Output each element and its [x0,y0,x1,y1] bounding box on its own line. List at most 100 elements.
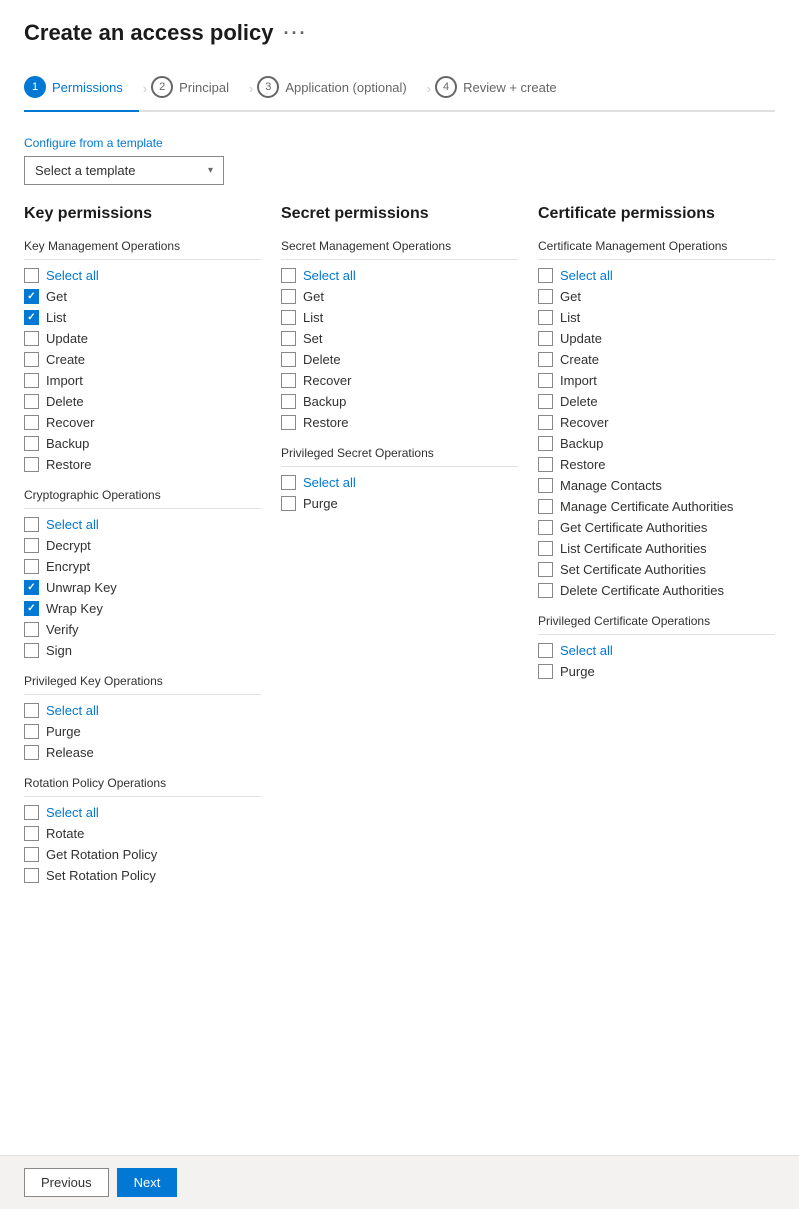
key-recover[interactable]: Recover [24,415,261,430]
key-get[interactable]: Get [24,289,261,304]
crypto-wrap-checkbox[interactable] [24,601,39,616]
key-create-checkbox[interactable] [24,352,39,367]
cert-set-ca[interactable]: Set Certificate Authorities [538,562,775,577]
priv-key-select-all[interactable]: Select all [24,703,261,718]
cert-delete-ca-checkbox[interactable] [538,583,553,598]
key-restore[interactable]: Restore [24,457,261,472]
rotation-rotate[interactable]: Rotate [24,826,261,841]
key-update[interactable]: Update [24,331,261,346]
key-select-all-checkbox[interactable] [24,268,39,283]
cert-create-checkbox[interactable] [538,352,553,367]
key-backup[interactable]: Backup [24,436,261,451]
rotation-set-policy[interactable]: Set Rotation Policy [24,868,261,883]
template-dropdown[interactable]: Select a template ▾ [24,156,224,185]
priv-key-purge[interactable]: Purge [24,724,261,739]
crypto-select-all[interactable]: Select all [24,517,261,532]
next-button[interactable]: Next [117,1168,178,1197]
secret-recover[interactable]: Recover [281,373,518,388]
cert-update-checkbox[interactable] [538,331,553,346]
priv-cert-purge[interactable]: Purge [538,664,775,679]
secret-select-all[interactable]: Select all [281,268,518,283]
rotation-set-policy-checkbox[interactable] [24,868,39,883]
key-recover-checkbox[interactable] [24,415,39,430]
secret-list-checkbox[interactable] [281,310,296,325]
cert-recover[interactable]: Recover [538,415,775,430]
crypto-sign-checkbox[interactable] [24,643,39,658]
key-list-checkbox[interactable] [24,310,39,325]
cert-list-ca-checkbox[interactable] [538,541,553,556]
cert-manage-contacts-checkbox[interactable] [538,478,553,493]
cert-select-all[interactable]: Select all [538,268,775,283]
key-list[interactable]: List [24,310,261,325]
secret-backup[interactable]: Backup [281,394,518,409]
crypto-unwrap-checkbox[interactable] [24,580,39,595]
crypto-verify[interactable]: Verify [24,622,261,637]
cert-create[interactable]: Create [538,352,775,367]
secret-select-all-checkbox[interactable] [281,268,296,283]
crypto-decrypt[interactable]: Decrypt [24,538,261,553]
secret-recover-checkbox[interactable] [281,373,296,388]
priv-cert-select-all-checkbox[interactable] [538,643,553,658]
cert-delete-ca[interactable]: Delete Certificate Authorities [538,583,775,598]
priv-secret-select-all-checkbox[interactable] [281,475,296,490]
secret-get-checkbox[interactable] [281,289,296,304]
rotation-select-all-checkbox[interactable] [24,805,39,820]
wizard-step-review[interactable]: 4 Review + create [435,66,573,110]
priv-secret-purge-checkbox[interactable] [281,496,296,511]
key-delete-checkbox[interactable] [24,394,39,409]
cert-delete-checkbox[interactable] [538,394,553,409]
cert-restore-checkbox[interactable] [538,457,553,472]
previous-button[interactable]: Previous [24,1168,109,1197]
cert-backup-checkbox[interactable] [538,436,553,451]
key-import[interactable]: Import [24,373,261,388]
wizard-step-permissions[interactable]: 1 Permissions [24,66,139,112]
cert-list-checkbox[interactable] [538,310,553,325]
cert-recover-checkbox[interactable] [538,415,553,430]
cert-get-ca[interactable]: Get Certificate Authorities [538,520,775,535]
priv-secret-select-all[interactable]: Select all [281,475,518,490]
cert-get-ca-checkbox[interactable] [538,520,553,535]
rotation-rotate-checkbox[interactable] [24,826,39,841]
secret-set[interactable]: Set [281,331,518,346]
priv-cert-select-all[interactable]: Select all [538,643,775,658]
cert-select-all-checkbox[interactable] [538,268,553,283]
secret-get[interactable]: Get [281,289,518,304]
key-delete[interactable]: Delete [24,394,261,409]
cert-set-ca-checkbox[interactable] [538,562,553,577]
cert-manage-ca-checkbox[interactable] [538,499,553,514]
wizard-step-application[interactable]: 3 Application (optional) [257,66,422,110]
key-create[interactable]: Create [24,352,261,367]
cert-list-ca[interactable]: List Certificate Authorities [538,541,775,556]
cert-get-checkbox[interactable] [538,289,553,304]
key-get-checkbox[interactable] [24,289,39,304]
crypto-wrap-key[interactable]: Wrap Key [24,601,261,616]
crypto-select-all-checkbox[interactable] [24,517,39,532]
secret-backup-checkbox[interactable] [281,394,296,409]
crypto-decrypt-checkbox[interactable] [24,538,39,553]
priv-secret-purge[interactable]: Purge [281,496,518,511]
secret-set-checkbox[interactable] [281,331,296,346]
crypto-sign[interactable]: Sign [24,643,261,658]
cert-import[interactable]: Import [538,373,775,388]
cert-manage-contacts[interactable]: Manage Contacts [538,478,775,493]
rotation-get-policy-checkbox[interactable] [24,847,39,862]
priv-cert-purge-checkbox[interactable] [538,664,553,679]
key-backup-checkbox[interactable] [24,436,39,451]
priv-key-purge-checkbox[interactable] [24,724,39,739]
cert-manage-ca[interactable]: Manage Certificate Authorities [538,499,775,514]
secret-delete[interactable]: Delete [281,352,518,367]
rotation-select-all[interactable]: Select all [24,805,261,820]
secret-restore-checkbox[interactable] [281,415,296,430]
secret-delete-checkbox[interactable] [281,352,296,367]
cert-import-checkbox[interactable] [538,373,553,388]
priv-key-release[interactable]: Release [24,745,261,760]
crypto-encrypt-checkbox[interactable] [24,559,39,574]
secret-list[interactable]: List [281,310,518,325]
cert-list[interactable]: List [538,310,775,325]
rotation-get-policy[interactable]: Get Rotation Policy [24,847,261,862]
priv-key-select-all-checkbox[interactable] [24,703,39,718]
priv-key-release-checkbox[interactable] [24,745,39,760]
key-restore-checkbox[interactable] [24,457,39,472]
crypto-verify-checkbox[interactable] [24,622,39,637]
cert-update[interactable]: Update [538,331,775,346]
